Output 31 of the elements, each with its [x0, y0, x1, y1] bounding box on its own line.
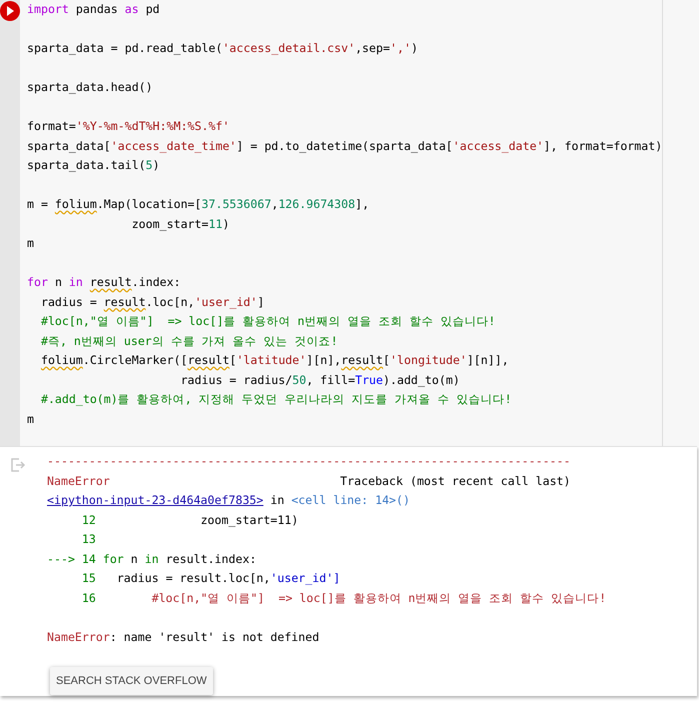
code-line: radius = result.loc[n,'user_id'] — [40, 294, 264, 311]
run-button[interactable] — [0, 1, 20, 21]
code-line: sparta_data = pd.read_table('access_detail.csv',sep=',') — [27, 40, 418, 57]
code-line: --------------------------------------------------------------------------- — [47, 453, 571, 470]
code-line: for n in result.index: — [27, 274, 181, 291]
code-line: 15 radius = result.loc[n,'user_id'] — [80, 570, 340, 587]
code-editor[interactable] — [20, 0, 664, 446]
code-line: ---> 14 for n in result.index: — [47, 550, 256, 568]
search-stack-overflow-button[interactable]: SEARCH STACK OVERFLOW — [50, 667, 213, 695]
code-line: folium.CircleMarker([result['latitude'][n],result['longitude'][n]], — [40, 352, 509, 369]
output-icon — [10, 457, 26, 473]
code-line: sparta_data.tail(5) — [27, 157, 160, 174]
code-line: zoom_start=11) — [130, 216, 230, 233]
code-line: <ipython-input-23-d464a0ef7835> in <cell line: 14>() — [47, 492, 410, 509]
code-line: #loc[n,"열 이름"] => loc[]를 활용하여 n번째의 열을 조회 할수 있습니다! — [40, 313, 496, 330]
code-line: #즉, n번째의 user의 수를 가져 올수 있는 것이죠! — [40, 332, 338, 350]
code-line: 16 #loc[n,"열 이름"] => loc[]를 활용하여 n번째의 열을 조회 할수 있습니다! — [80, 590, 606, 606]
code-line: NameError: name 'result' is not defined — [47, 628, 320, 646]
code-line: m — [27, 235, 34, 252]
code-line: import pandas as pd — [27, 1, 160, 18]
code-line: 13 — [80, 531, 96, 548]
code-line: radius = radius/50, fill=True).add_to(m) — [180, 372, 460, 389]
code-line: #.add_to(m)를 활용하여, 지정해 두었던 우리나라의 지도를 가져올 수 있습니다! — [40, 391, 512, 408]
code-line: m = folium.Map(location=[37.5536067,126.9674308], — [27, 196, 370, 213]
code-line: m — [27, 410, 34, 428]
code-line: sparta_data['access_date_time'] = pd.to_datetime(sparta_data['access_date'], format=format) — [27, 138, 662, 155]
code-line: sparta_data.head() — [27, 79, 153, 96]
code-line: format='%Y-%m-%dT%H:%M:%S.%f' — [27, 118, 230, 135]
code-line: NameError Traceback (most recent call last) — [47, 472, 571, 490]
code-line: 12 zoom_start=11) — [80, 512, 298, 529]
play-icon — [6, 6, 14, 16]
